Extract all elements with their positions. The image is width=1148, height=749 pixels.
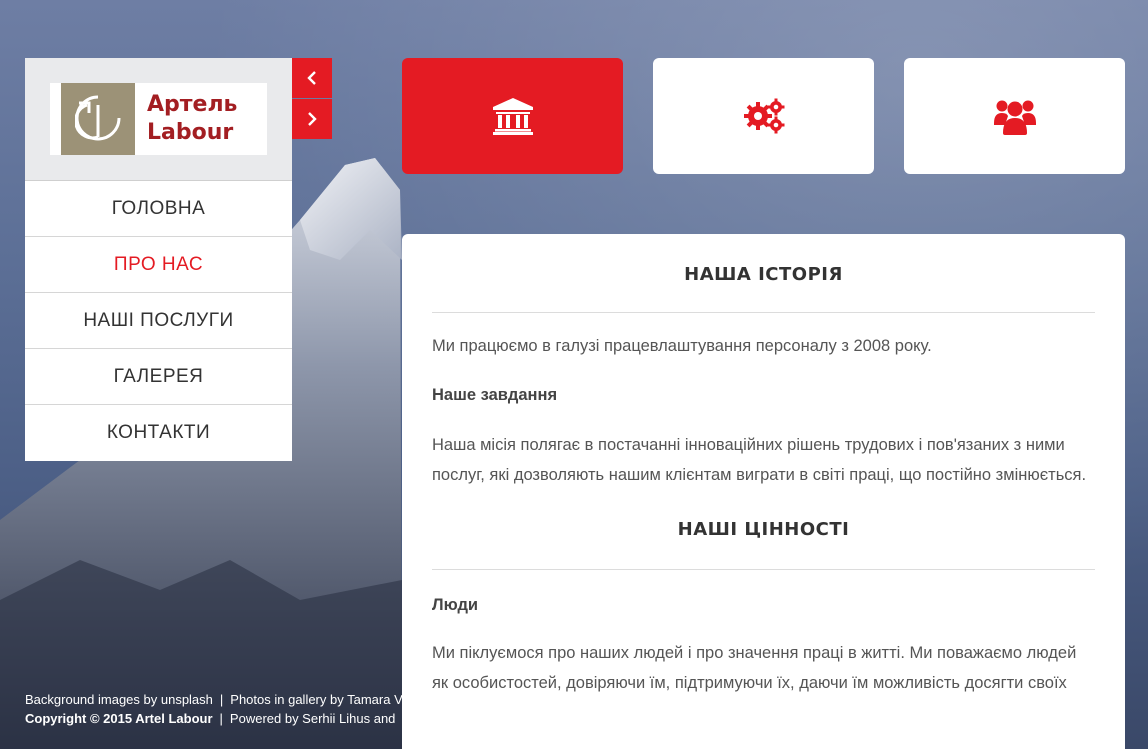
background-credit-link[interactable]: Background images by unsplash [25,692,213,707]
footer: Background images by unsplash | Photos in … [25,690,403,728]
logo-mark-icon [61,83,135,155]
history-heading: НАША ІСТОРІЯ [684,264,843,285]
people-text: Ми піклуємося про наших людей і про знач… [432,644,1077,692]
logo-line-1: Артель [147,92,238,117]
tile-team[interactable] [904,58,1125,174]
task-heading: Наше завдання [432,386,558,404]
sidebar: Артель Labour ГОЛОВНА ПРО НАС НАШІ ПОСЛУ… [25,58,292,461]
copyright-text: Copyright © 2015 Artel Labour [25,711,213,726]
divider [432,312,1095,313]
users-icon [993,100,1036,135]
logo-area: Артель Labour [25,58,292,181]
nav-item-contacts[interactable]: КОНТАКТИ [25,405,292,461]
brand-logo[interactable]: Артель Labour [50,83,267,155]
footer-separator: | [219,711,223,726]
next-button[interactable] [292,99,332,139]
nav-item-about[interactable]: ПРО НАС [25,237,292,293]
powered-by-text[interactable]: Powered by Serhii Lihus and [230,711,396,726]
chevron-left-icon [307,71,316,85]
bank-icon [492,98,533,135]
task-text: Наша місія полягає в постачанні інноваці… [432,436,1087,484]
footer-separator: | [219,692,224,707]
nav-item-services[interactable]: НАШІ ПОСЛУГИ [25,293,292,349]
tile-services[interactable] [653,58,874,174]
people-heading: Люди [432,596,479,614]
content-panel: НАША ІСТОРІЯ Ми працюємо в галузі працев… [402,234,1125,749]
logo-line-2: Labour [147,120,234,145]
footer-line-1: Background images by unsplash | Photos in … [25,690,403,709]
values-heading: НАШІ ЦІННОСТІ [677,519,850,540]
footer-line-2: Copyright © 2015 Artel Labour | Powered by… [25,709,403,728]
chevron-right-icon [308,112,317,126]
history-text: Ми працюємо в галузі працевлаштування пе… [432,337,932,355]
nav-item-home[interactable]: ГОЛОВНА [25,181,292,237]
tile-about[interactable] [402,58,623,174]
gears-icon [743,98,784,134]
logo-text: Артель Labour [147,91,237,147]
prev-button[interactable] [292,58,332,98]
nav-item-gallery[interactable]: ГАЛЕРЕЯ [25,349,292,405]
divider [432,569,1095,570]
gallery-credit-link[interactable]: Photos in gallery by Tamara V [230,692,402,707]
